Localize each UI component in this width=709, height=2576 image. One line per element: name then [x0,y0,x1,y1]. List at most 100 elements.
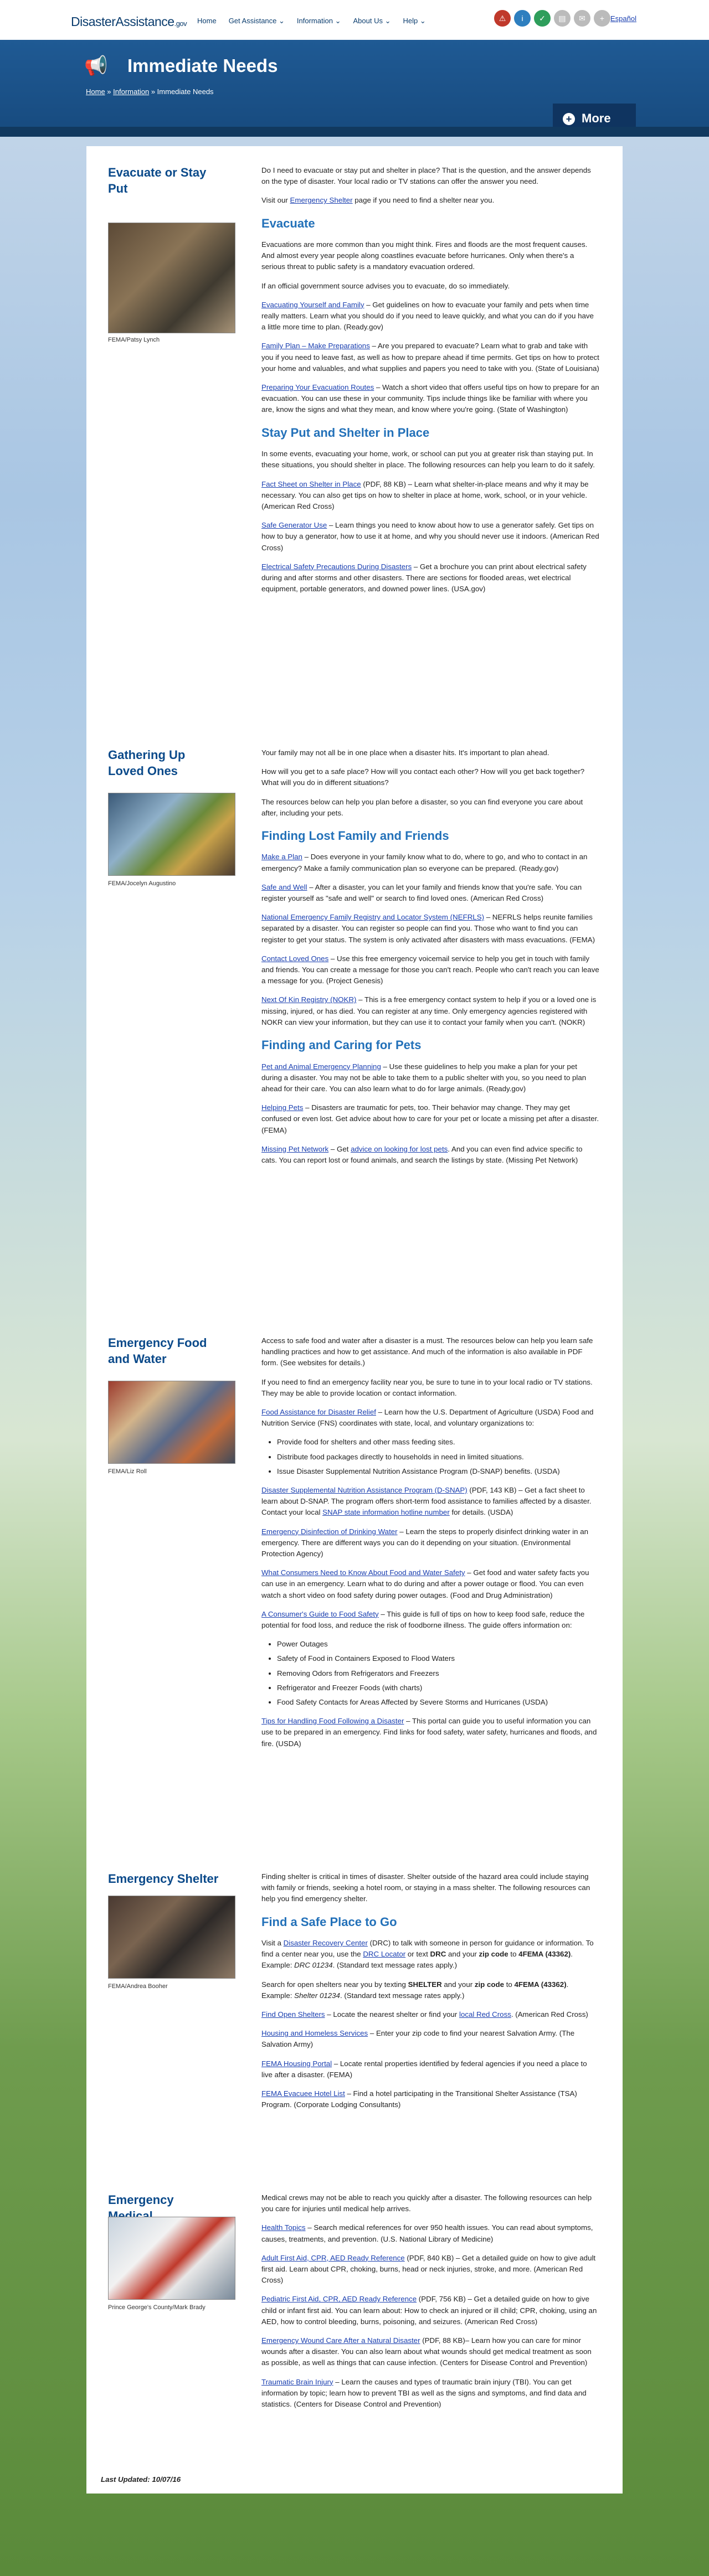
paragraph: How will you get to a safe place? How wi… [261,767,585,787]
resource-item: Next Of Kin Registry (NOKR) – This is a … [261,995,597,1026]
bullet-list: Provide food for shelters and other mass… [277,1437,599,1477]
subheading-safe-place: Find a Safe Place to Go [261,1914,397,1929]
last-updated: Last Updated: 10/07/16 [101,2475,181,2484]
resource-link[interactable]: Tips for Handling Food Following a Disas… [261,1717,404,1725]
resource-item: Disaster Supplemental Nutrition Assistan… [261,1486,592,1517]
resource-link[interactable]: A Consumer's Guide to Food Safety [261,1610,379,1618]
resource-item: Helping Pets – Disasters are traumatic f… [261,1103,599,1134]
photo-caption: FEMA/Patsy Lynch [108,337,160,343]
check-icon[interactable]: ✓ [534,10,551,27]
main-nav: Home Get Assistance ⌄ Information ⌄ Abou… [197,16,426,27]
paragraph: The resources below can help you plan be… [261,797,583,817]
resource-link[interactable]: Make a Plan [261,853,302,861]
photo-food-water [108,1381,235,1464]
drc-locator-link[interactable]: DRC Locator [363,1950,405,1958]
photo-shelter [108,1896,235,1979]
resource-link[interactable]: Food Assistance for Disaster Relief [261,1408,376,1416]
resource-item: Safe Generator Use – Learn things you ne… [261,521,599,552]
paragraph: Access to safe food and water after a di… [261,1336,593,1367]
megaphone-icon: 📢 [84,55,108,76]
resource-item: Make a Plan – Does everyone in your fami… [261,853,588,873]
info-icon[interactable]: i [514,10,531,27]
resource-link[interactable]: local Red Cross [459,2010,511,2019]
resource-item: Emergency Disinfection of Drinking Water… [261,1527,589,1558]
resource-link[interactable]: Emergency Disinfection of Drinking Water [261,1527,398,1536]
resource-link[interactable]: Disaster Supplemental Nutrition Assistan… [261,1486,467,1494]
nav-help[interactable]: Help ⌄ [403,16,425,27]
resource-link[interactable]: Housing and Homeless Services [261,2029,368,2037]
site-logo[interactable]: DisasterAssistance.gov [71,12,187,32]
resource-link[interactable]: Electrical Safety Precautions During Dis… [261,562,412,571]
resource-item: Evacuating Yourself and Family – Get gui… [261,300,594,332]
banner-stripe [0,127,709,137]
section-body: Access to safe food and water after a di… [261,1335,599,1757]
resource-link[interactable]: advice on looking for lost pets [351,1145,448,1153]
breadcrumb: Home » Information » Immediate Needs [86,87,214,96]
resource-link[interactable]: National Emergency Family Registry and L… [261,913,484,921]
resource-link[interactable]: FEMA Evacuee Hotel List [261,2089,345,2098]
page-banner: 📢 Immediate Needs Home » Information » I… [0,40,709,137]
resource-link[interactable]: Pet and Animal Emergency Planning [261,1062,381,1071]
language-link[interactable]: Español [610,13,636,24]
resource-item: Pet and Animal Emergency Planning – Use … [261,1062,587,1093]
more-button[interactable]: + More [553,104,636,130]
resource-link[interactable]: FEMA Housing Portal [261,2059,332,2068]
resource-link[interactable]: Evacuating Yourself and Family [261,301,364,309]
resource-link[interactable]: Safe Generator Use [261,521,327,529]
resource-link[interactable]: Find Open Shelters [261,2010,325,2019]
breadcrumb-home[interactable]: Home [86,87,105,96]
resource-item: Food Assistance for Disaster Relief – Le… [261,1408,594,1428]
resource-link[interactable]: Missing Pet Network [261,1145,328,1153]
resource-item: Housing and Homeless Services – Enter yo… [261,2029,575,2049]
resource-link[interactable]: Preparing Your Evacuation Routes [261,383,374,391]
paragraph: In some events, evacuating your home, wo… [261,450,595,469]
photo-medical [108,2217,235,2300]
resource-item: Family Plan – Make Preparations – Are yo… [261,342,599,373]
resource-link[interactable]: Traumatic Brain Injury [261,2378,333,2386]
list-item: Issue Disaster Supplemental Nutrition As… [277,1466,599,1477]
section-title: Emergency Food and Water [108,1336,207,1366]
email-icon[interactable]: ✉ [574,10,590,27]
resource-link[interactable]: Adult First Aid, CPR, AED Ready Referenc… [261,2254,405,2262]
resource-link[interactable]: Safe and Well [261,883,307,891]
section-body: Finding shelter is critical in times of … [261,1871,599,2118]
photo-loved-ones [108,793,235,876]
resource-item: Emergency Wound Care After a Natural Dis… [261,2336,592,2367]
resource-item: Safe and Well – After a disaster, you ca… [261,882,582,903]
resource-link[interactable]: Next Of Kin Registry (NOKR) [261,995,356,1004]
resource-item: Pediatric First Aid, CPR, AED Ready Refe… [261,2295,597,2326]
resource-item: National Emergency Family Registry and L… [261,913,595,944]
nav-about-us[interactable]: About Us ⌄ [353,16,391,27]
resource-link[interactable]: What Consumers Need to Know About Food a… [261,1568,465,1577]
alert-icon[interactable]: ⚠ [494,10,511,27]
paragraph: Visit a Disaster Recovery Center (DRC) t… [261,1939,594,1970]
resource-link[interactable]: Fact Sheet on Shelter in Place [261,480,361,488]
resource-link[interactable]: Family Plan – Make Preparations [261,342,370,350]
nav-home[interactable]: Home [197,16,217,27]
section-body: Your family may not all be in one place … [261,747,599,1174]
more-label: More [582,111,611,125]
list-item: Refrigerator and Freezer Foods (with cha… [277,1682,599,1694]
breadcrumb-information[interactable]: Information [113,87,149,96]
nav-information[interactable]: Information ⌄ [297,16,341,27]
list-item: Provide food for shelters and other mass… [277,1437,599,1448]
resource-item: Preparing Your Evacuation Routes – Watch… [261,383,599,414]
resource-link[interactable]: Helping Pets [261,1103,303,1112]
share-icon[interactable]: + [594,10,610,27]
bullet-list: Power Outages Safety of Food in Containe… [277,1639,599,1708]
resource-link[interactable]: SNAP state information hotline number [322,1508,450,1516]
resource-link[interactable]: Health Topics [261,2223,306,2232]
nav-get-assistance[interactable]: Get Assistance ⌄ [229,16,285,27]
subheading-pets: Finding and Caring for Pets [261,1038,422,1052]
resource-item: Fact Sheet on Shelter in Place (PDF, 88 … [261,479,589,510]
emergency-shelter-link[interactable]: Emergency Shelter [290,196,353,204]
paragraph: Finding shelter is critical in times of … [261,1872,590,1903]
disaster-recovery-center-link[interactable]: Disaster Recovery Center [284,1939,368,1947]
resource-link[interactable]: Pediatric First Aid, CPR, AED Ready Refe… [261,2295,417,2303]
print-icon[interactable]: ▤ [554,10,571,27]
resource-item: What Consumers Need to Know About Food a… [261,1568,589,1599]
resource-link[interactable]: Emergency Wound Care After a Natural Dis… [261,2336,420,2345]
list-item: Safety of Food in Containers Exposed to … [277,1653,599,1664]
resource-item: FEMA Housing Portal – Locate rental prop… [261,2059,587,2079]
resource-link[interactable]: Contact Loved Ones [261,954,328,963]
